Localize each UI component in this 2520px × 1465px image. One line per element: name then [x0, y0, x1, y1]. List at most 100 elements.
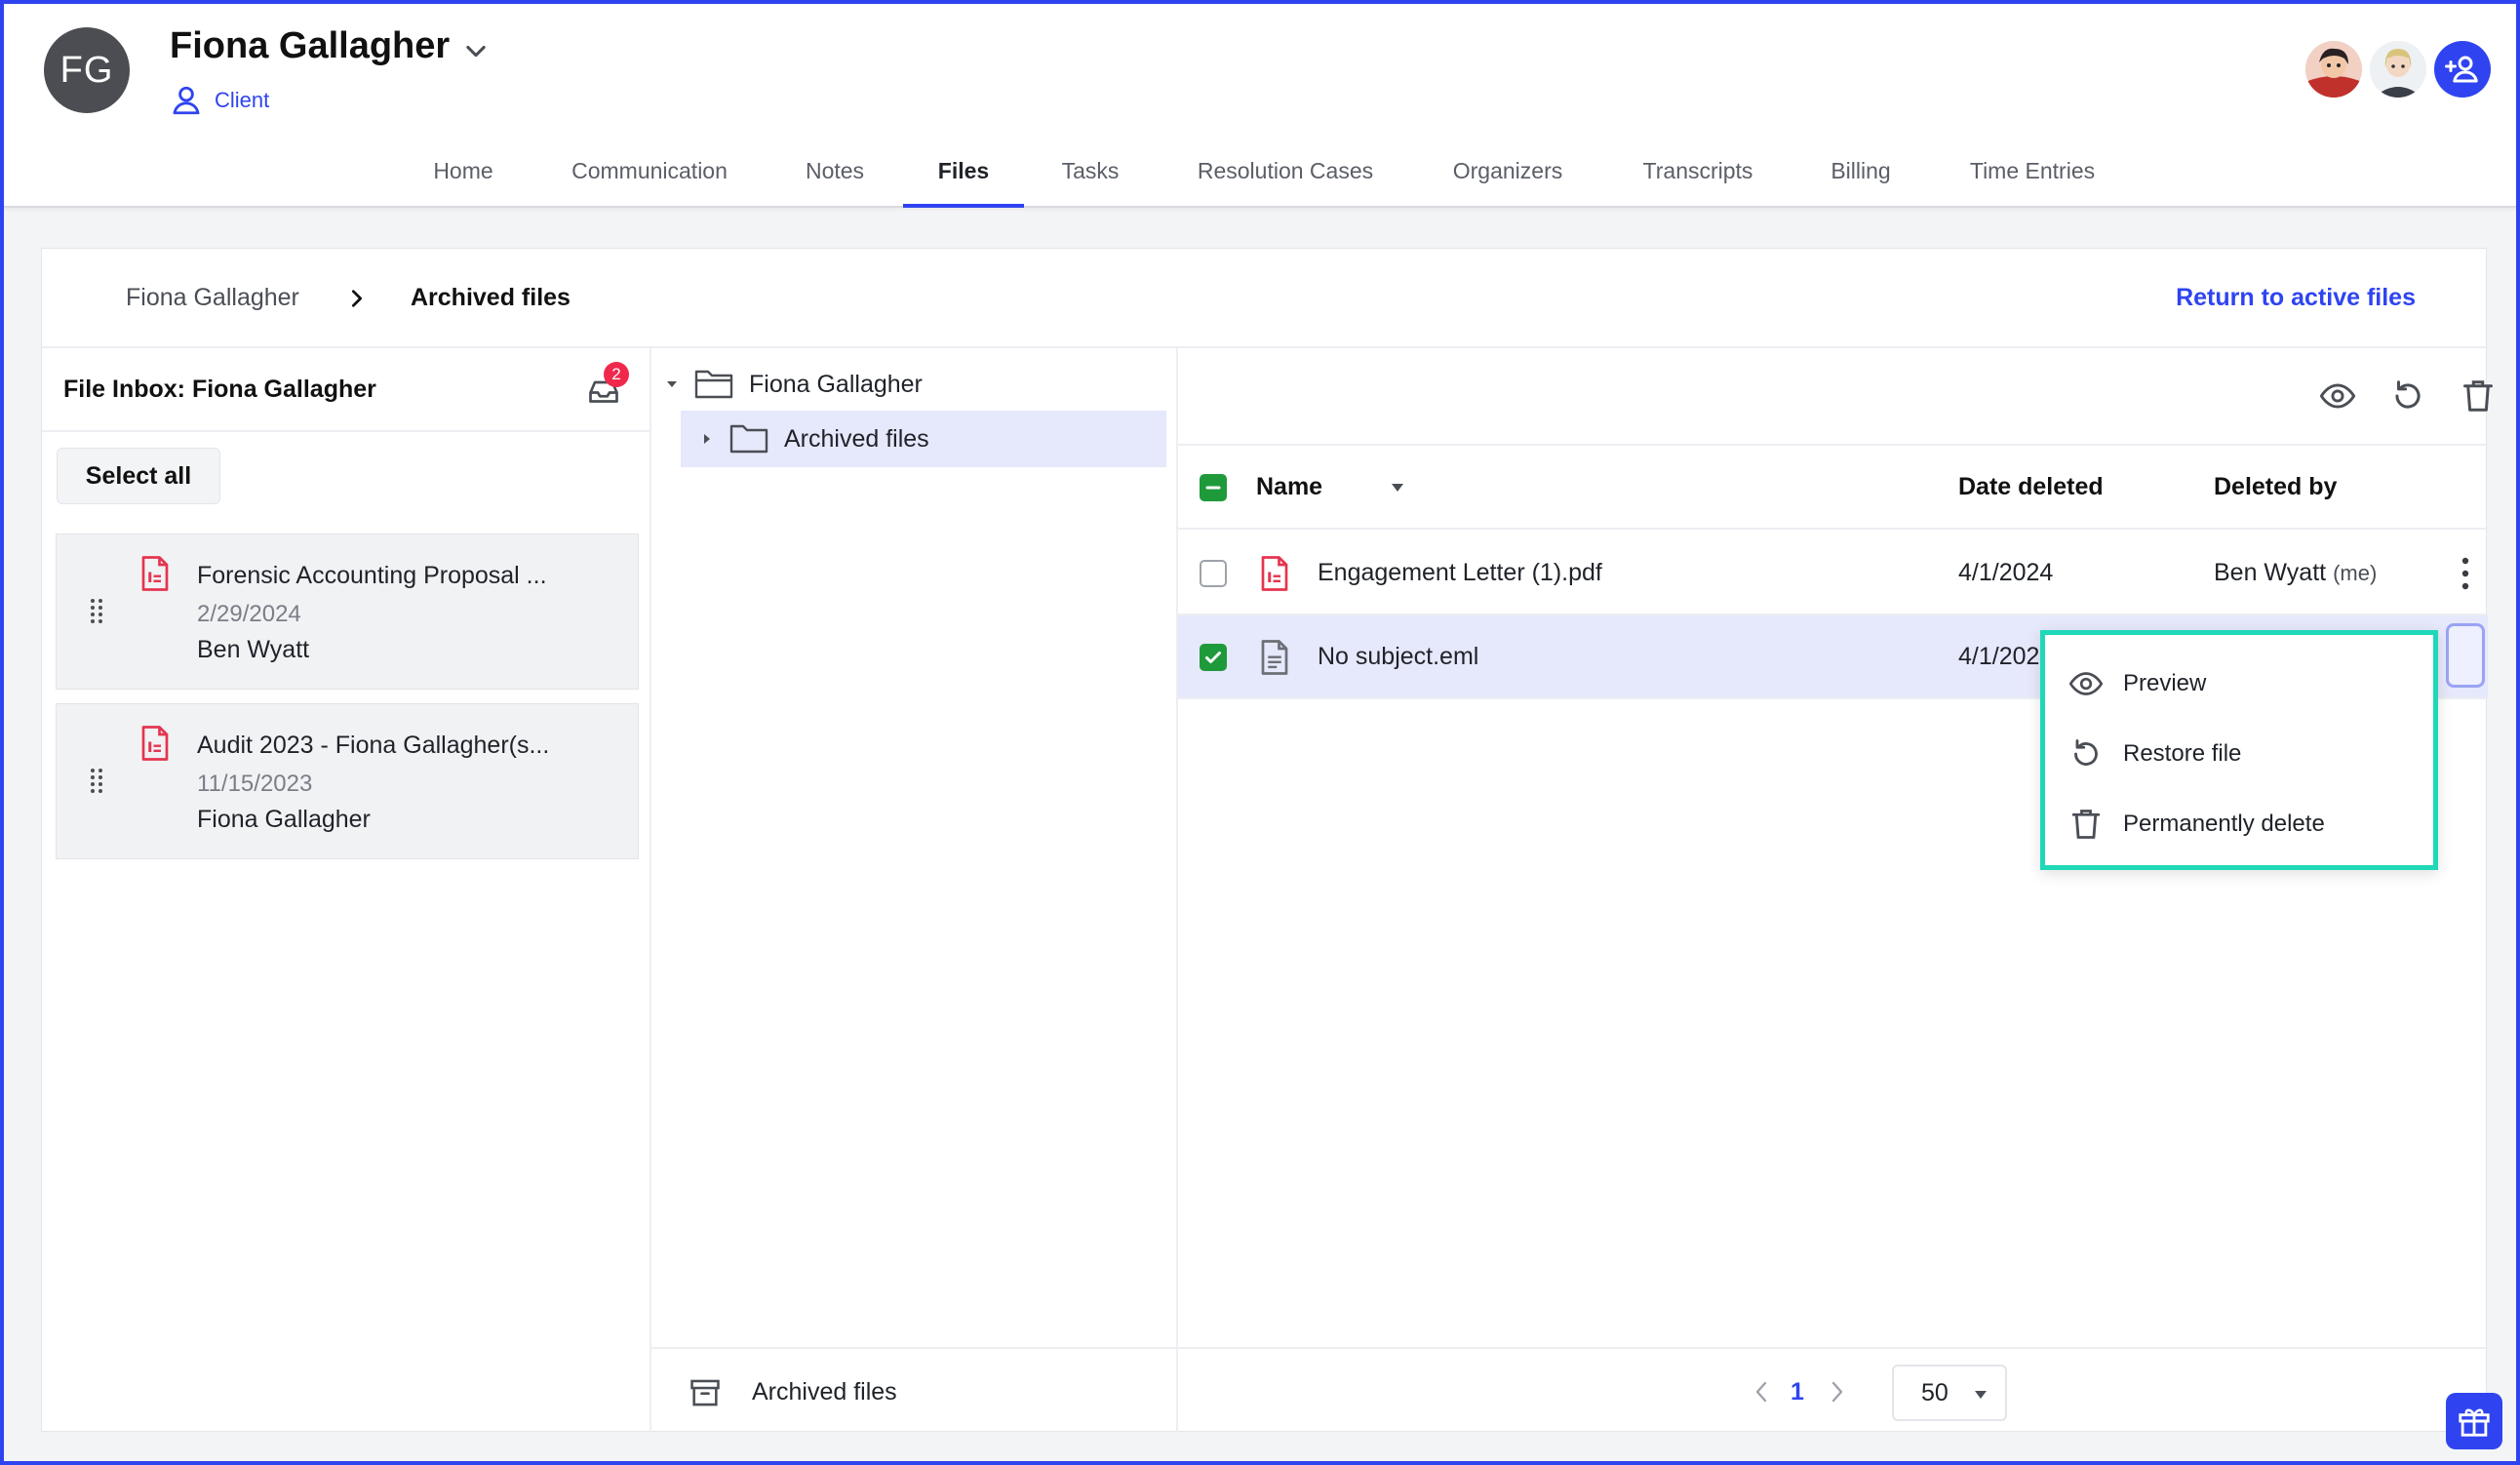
pagination: 1 50 [1178, 1347, 2488, 1433]
tree-item-label: Archived files [784, 424, 929, 453]
tab-files[interactable]: Files [903, 146, 1024, 208]
file-date-deleted: 4/1/2024 [1958, 559, 2054, 586]
inbox-item-date: 2/29/2024 [197, 601, 301, 627]
file-inbox: File Inbox: Fiona Gallagher 2 Select all… [42, 348, 651, 1433]
menu-item-label: Restore file [2123, 740, 2242, 767]
menu-item-label: Permanently delete [2123, 811, 2325, 837]
current-page[interactable]: 1 [1791, 1378, 1804, 1406]
drag-handle-icon[interactable] [90, 597, 103, 624]
drag-handle-icon[interactable] [90, 767, 103, 794]
whats-new-button[interactable] [2446, 1393, 2502, 1449]
client-name[interactable]: Fiona Gallagher [170, 25, 450, 67]
per-page-value: 50 [1921, 1378, 1949, 1406]
inbox-file-item[interactable]: Forensic Accounting Proposal ... 2/29/20… [56, 534, 639, 690]
caret-right-icon[interactable] [700, 432, 714, 446]
tree-item-archived-files[interactable]: Archived files [681, 411, 1166, 467]
tab-notes[interactable]: Notes [788, 146, 882, 208]
tab-billing[interactable]: Billing [1818, 146, 1904, 208]
team-members [2305, 41, 2491, 98]
file-list: Name Date deleted Deleted by Engagement … [1178, 348, 2493, 1433]
breadcrumb: Fiona Gallagher Archived files Return to… [42, 249, 2486, 348]
column-date-deleted[interactable]: Date deleted [1958, 473, 2104, 501]
tab-tasks[interactable]: Tasks [1042, 146, 1139, 208]
tab-organizers[interactable]: Organizers [1437, 146, 1578, 208]
document-file-icon [1261, 640, 1288, 675]
inbox-count-badge: 2 [604, 362, 629, 387]
gift-icon [2459, 1408, 2490, 1437]
per-page-select[interactable]: 50 [1892, 1365, 2007, 1421]
file-context-menu: Preview Restore file Permanently delete [2040, 630, 2438, 870]
deleted-by-name: Ben Wyatt [2214, 559, 2327, 586]
file-row[interactable]: Engagement Letter (1).pdf 4/1/2024 Ben W… [1178, 532, 2488, 615]
breadcrumb-current: Archived files [411, 283, 571, 311]
checkmark-icon [1205, 652, 1221, 663]
menu-item-preview[interactable]: Preview [2045, 649, 2433, 719]
minus-icon [1205, 486, 1221, 490]
file-name[interactable]: No subject.eml [1318, 643, 1478, 671]
select-all-files-checkbox[interactable] [1200, 474, 1227, 501]
inbox-item-user: Ben Wyatt [197, 636, 310, 663]
pdf-file-icon [141, 726, 169, 761]
file-deleted-by: Ben Wyatt (me) [2214, 559, 2377, 587]
inbox-item-title: Forensic Accounting Proposal ... [197, 562, 547, 589]
eye-icon[interactable] [2319, 377, 2356, 415]
inbox-title: File Inbox: Fiona Gallagher [63, 376, 376, 403]
column-name[interactable]: Name [1256, 473, 1322, 501]
folder-tree: Fiona Gallagher Archived files Archived … [651, 348, 1178, 1433]
column-deleted-by[interactable]: Deleted by [2214, 473, 2337, 501]
pdf-file-icon [1261, 556, 1288, 591]
inbox-header: File Inbox: Fiona Gallagher 2 [42, 348, 650, 432]
trash-icon [2071, 810, 2101, 839]
select-all-button[interactable]: Select all [57, 448, 220, 504]
add-team-member-button[interactable] [2434, 41, 2491, 98]
chevron-left-icon[interactable] [1753, 1380, 1769, 1404]
file-checkbox[interactable] [1200, 644, 1227, 671]
inbox-file-item[interactable]: Audit 2023 - Fiona Gallagher(s... 11/15/… [56, 703, 639, 859]
tree-footer: Archived files [651, 1347, 1176, 1433]
restore-icon [2074, 739, 2098, 766]
sort-down-icon[interactable] [1391, 483, 1404, 493]
caret-down-icon [1975, 1391, 1987, 1399]
client-avatar: FG [44, 27, 130, 113]
archive-box-icon [690, 1379, 720, 1406]
menu-item-permanently-delete[interactable]: Permanently delete [2045, 789, 2433, 859]
caret-down-icon[interactable] [665, 377, 679, 391]
pdf-file-icon [141, 556, 169, 591]
client-type-label: Client [215, 88, 270, 112]
tab-time-entries[interactable]: Time Entries [1954, 146, 2110, 208]
chevron-right-icon[interactable] [1830, 1380, 1845, 1404]
menu-item-label: Preview [2123, 670, 2207, 696]
tree-item-root[interactable]: Fiona Gallagher [651, 356, 1176, 413]
eye-icon [2068, 672, 2104, 695]
archived-files-footer-label[interactable]: Archived files [752, 1378, 897, 1406]
chevron-right-icon [351, 290, 363, 307]
team-member-avatar[interactable] [2370, 41, 2426, 98]
team-member-avatar[interactable] [2305, 41, 2362, 98]
file-checkbox[interactable] [1200, 560, 1227, 587]
file-name[interactable]: Engagement Letter (1).pdf [1318, 559, 1602, 587]
restore-icon[interactable] [2389, 377, 2426, 415]
folder-icon [729, 424, 768, 454]
inbox-item-title: Audit 2023 - Fiona Gallagher(s... [197, 732, 550, 759]
tab-resolution-cases[interactable]: Resolution Cases [1180, 146, 1391, 208]
chevron-down-icon[interactable] [462, 37, 490, 64]
user-icon [173, 86, 200, 115]
inbox-item-date: 11/15/2023 [197, 771, 313, 797]
tab-home[interactable]: Home [417, 146, 509, 208]
more-options-icon[interactable] [2461, 557, 2469, 590]
me-tag: (me) [2333, 561, 2378, 585]
breadcrumb-parent[interactable]: Fiona Gallagher [126, 284, 299, 312]
add-user-icon [2445, 56, 2478, 83]
file-list-header: Name Date deleted Deleted by [1178, 446, 2488, 530]
client-type: Client [170, 84, 269, 117]
file-toolbar [1178, 348, 2493, 446]
file-date-deleted: 4/1/2024 [1958, 643, 2054, 670]
client-tabs: Home Communication Notes Files Tasks Res… [0, 146, 2520, 208]
tab-transcripts[interactable]: Transcripts [1627, 146, 1769, 208]
tab-communication[interactable]: Communication [550, 146, 749, 208]
more-options-button-active[interactable] [2446, 623, 2485, 688]
menu-item-restore-file[interactable]: Restore file [2045, 719, 2433, 789]
trash-icon[interactable] [2460, 377, 2497, 415]
return-to-active-files-link[interactable]: Return to active files [2176, 284, 2416, 312]
inbox-item-user: Fiona Gallagher [197, 806, 371, 833]
